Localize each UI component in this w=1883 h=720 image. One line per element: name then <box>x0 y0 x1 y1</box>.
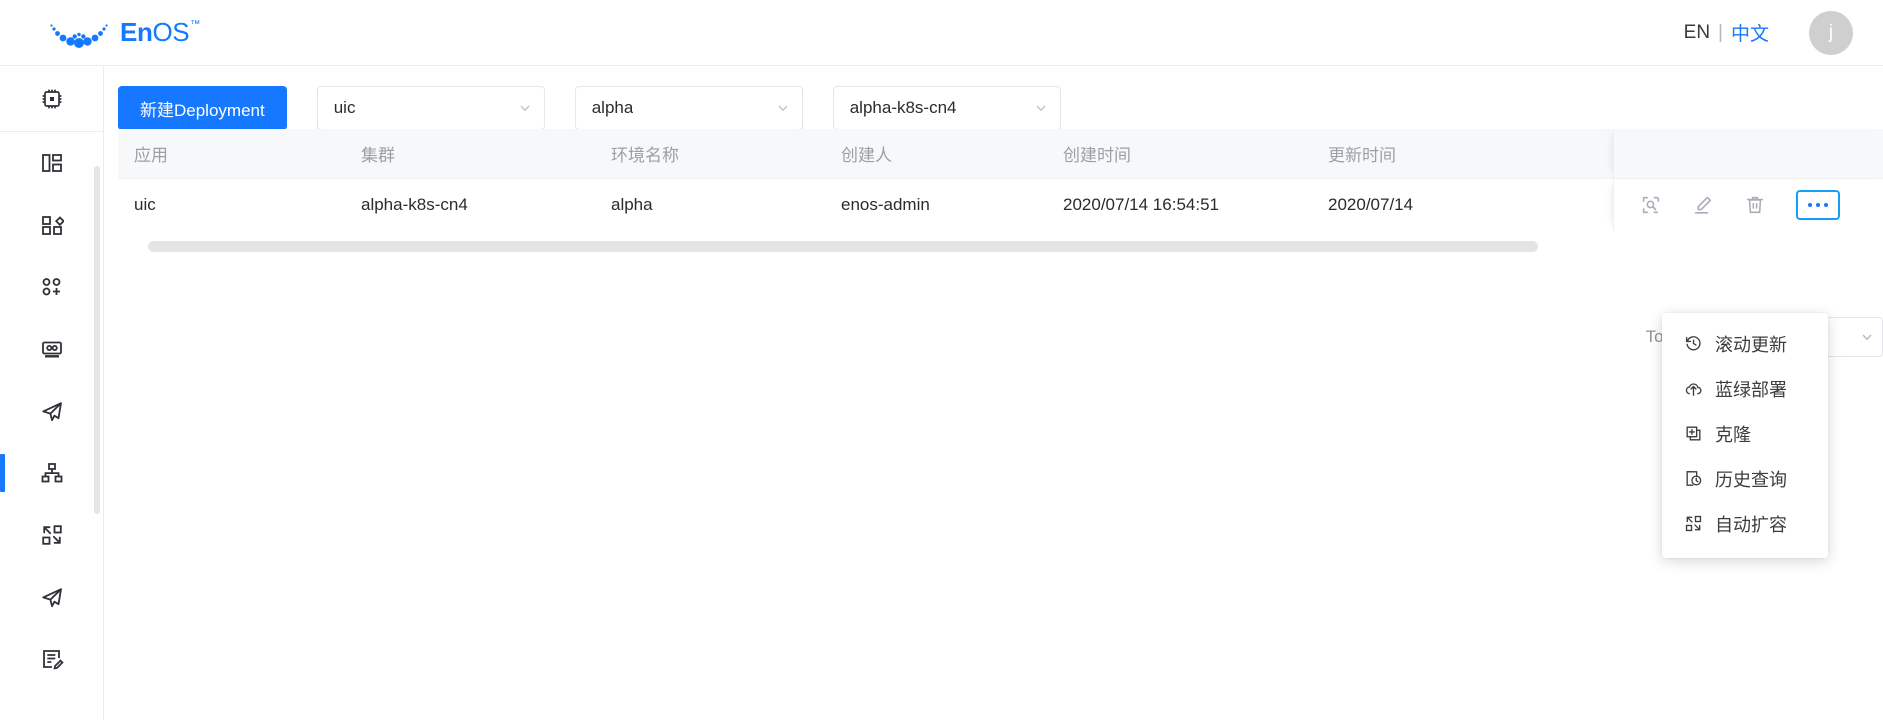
cell-app: uic <box>134 195 156 214</box>
main-content: 新建Deployment uic alpha alpha-k8s-cn4 应用 … <box>105 66 1883 720</box>
app-header: EnOS™ EN | 中文 j <box>0 0 1883 66</box>
enos-logo-icon <box>50 23 108 48</box>
menu-item-auto-scale[interactable]: 自动扩容 <box>1662 501 1828 546</box>
clock-rotate-icon <box>1684 334 1703 353</box>
copy-icon <box>1684 424 1703 443</box>
brand-logo[interactable]: EnOS™ <box>48 16 200 50</box>
view-detail-button[interactable] <box>1640 194 1662 216</box>
avatar-initial: j <box>1828 21 1834 43</box>
menu-item-clone[interactable]: 克隆 <box>1662 411 1828 456</box>
expand-arrows-icon <box>41 525 62 545</box>
edit-button[interactable] <box>1692 194 1714 216</box>
auto-scale-icon <box>1684 514 1703 533</box>
column-header-created-at: 创建时间 <box>1063 146 1131 165</box>
menu-item-blue-green-deploy[interactable]: 蓝绿部署 <box>1662 366 1828 411</box>
cluster-select[interactable]: alpha-k8s-cn4 <box>832 86 1061 130</box>
chip-icon <box>42 89 61 108</box>
menu-item-label: 历史查询 <box>1715 469 1787 490</box>
env-select-value: alpha <box>591 98 634 117</box>
sidebar-item-chip[interactable] <box>0 66 103 131</box>
app-select-value: uic <box>333 98 356 117</box>
menu-item-label: 自动扩容 <box>1715 514 1787 535</box>
chevron-down-icon <box>778 105 788 112</box>
sidebar-scrollbar[interactable] <box>94 166 100 514</box>
header-right-group: EN | 中文 j <box>1684 10 1853 55</box>
column-header-app: 应用 <box>134 146 168 165</box>
menu-item-rolling-update[interactable]: 滚动更新 <box>1662 321 1828 366</box>
sidebar-item-scale[interactable] <box>0 504 103 566</box>
sidebar-item-deployment[interactable] <box>0 442 103 504</box>
action-column-body <box>1613 179 1883 231</box>
toolbar: 新建Deployment uic alpha alpha-k8s-cn4 <box>118 86 1061 130</box>
delete-button[interactable] <box>1744 194 1766 216</box>
env-select[interactable]: alpha <box>574 86 803 130</box>
deployments-table: 应用 集群 环境名称 创建人 创建时间 更新时间 uic alpha-k8s-c… <box>118 129 1883 357</box>
sidebar-item-apps[interactable] <box>0 194 103 256</box>
column-header-updated-at: 更新时间 <box>1328 146 1396 165</box>
dashboard-layout-icon <box>41 154 62 172</box>
sidebar <box>0 66 104 720</box>
cloud-upload-icon <box>1684 379 1703 398</box>
language-switcher[interactable]: EN | 中文 <box>1684 19 1769 46</box>
sidebar-item-deploy[interactable] <box>0 380 103 442</box>
menu-item-label: 克隆 <box>1715 424 1751 445</box>
action-column-header <box>1613 129 1883 179</box>
sidebar-item-dashboard[interactable] <box>0 132 103 194</box>
ellipsis-icon <box>1808 203 1828 207</box>
app-select[interactable]: uic <box>316 86 545 130</box>
cell-updated-at: 2020/07/14 <box>1328 195 1414 214</box>
column-header-cluster: 集群 <box>361 146 395 165</box>
column-header-env: 环境名称 <box>611 146 679 165</box>
pencil-icon <box>1694 196 1712 214</box>
column-header-creator: 创建人 <box>841 146 892 165</box>
cell-creator: enos-admin <box>841 195 930 214</box>
sidebar-item-logs[interactable] <box>0 628 103 690</box>
org-tree-icon <box>41 463 62 483</box>
brand-name: EnOS™ <box>120 17 200 47</box>
cell-env: alpha <box>611 195 653 214</box>
menu-item-history-query[interactable]: 历史查询 <box>1662 456 1828 501</box>
sidebar-item-pipeline[interactable] <box>0 318 103 380</box>
language-zh[interactable]: 中文 <box>1731 19 1769 46</box>
history-icon <box>1684 469 1703 488</box>
new-deployment-button[interactable]: 新建Deployment <box>118 86 287 130</box>
search-box-icon <box>1642 196 1660 214</box>
sidebar-item-release[interactable] <box>0 566 103 628</box>
trash-icon <box>1746 196 1764 214</box>
more-actions-button[interactable] <box>1796 190 1840 220</box>
menu-item-label: 蓝绿部署 <box>1715 379 1787 400</box>
avatar[interactable]: j <box>1809 10 1853 55</box>
send-plane-icon <box>41 588 62 608</box>
cluster-select-value: alpha-k8s-cn4 <box>849 98 957 117</box>
send-plane-icon <box>41 402 62 422</box>
language-en[interactable]: EN <box>1684 22 1710 44</box>
add-node-icon <box>42 278 60 296</box>
active-indicator <box>0 454 5 492</box>
cell-cluster: alpha-k8s-cn4 <box>361 195 468 214</box>
chevron-down-icon <box>1036 105 1046 112</box>
cell-created-at: 2020/07/14 16:54:51 <box>1063 195 1219 214</box>
menu-item-label: 滚动更新 <box>1715 334 1787 355</box>
table-horizontal-scrollbar[interactable] <box>148 241 1538 252</box>
table-action-column <box>1613 129 1883 231</box>
document-edit-icon <box>42 650 64 670</box>
chevron-down-icon <box>520 105 530 112</box>
language-separator: | <box>1718 21 1723 43</box>
chevron-down-icon <box>1862 334 1872 341</box>
sidebar-item-add-node[interactable] <box>0 256 103 318</box>
infinity-box-icon <box>41 341 62 358</box>
more-actions-menu: 滚动更新 蓝绿部署 克隆 历史查询 自动扩容 <box>1662 313 1828 558</box>
apps-grid-icon <box>41 216 64 235</box>
